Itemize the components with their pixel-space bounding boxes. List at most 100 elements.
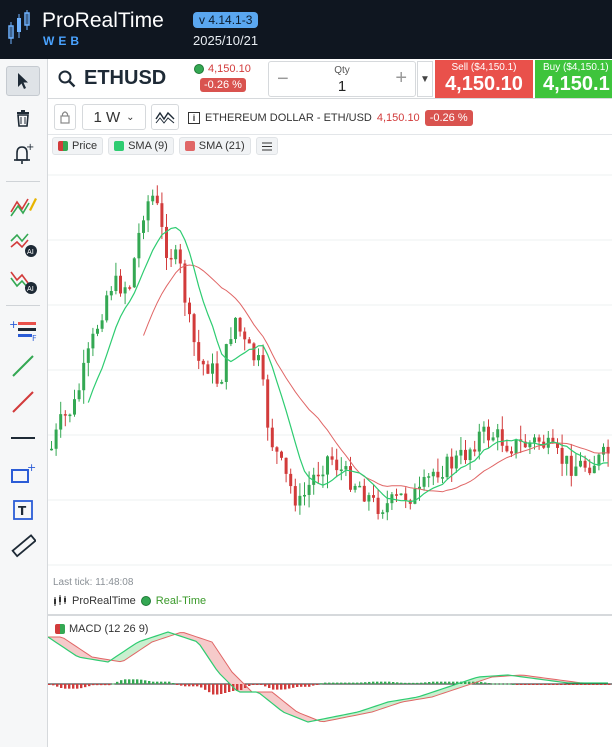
order-type-dropdown[interactable]: ▼: [417, 61, 433, 97]
macd-histogram-bar: [56, 684, 59, 687]
candle-body: [174, 249, 178, 260]
macd-histogram-bar: [52, 684, 55, 686]
macd-histogram-bar: [536, 684, 539, 685]
macd-histogram-bar: [572, 684, 575, 685]
pane-divider[interactable]: [48, 614, 612, 616]
order-lines-tool[interactable]: + F: [6, 315, 40, 345]
drawing-pen-tool[interactable]: [6, 191, 40, 221]
candle-body: [533, 437, 536, 443]
macd-label: MACD (12 26 9): [69, 623, 149, 635]
symbol-name: ETHUSD: [84, 67, 167, 89]
candle-body: [151, 195, 155, 202]
candle-body: [142, 220, 145, 233]
delete-tool[interactable]: [6, 103, 40, 133]
macd-histogram-bar: [92, 684, 95, 686]
macd-histogram-bar: [392, 682, 395, 684]
candle-body: [261, 355, 265, 380]
macd-histogram-bar: [152, 681, 155, 684]
candle-body: [362, 485, 366, 502]
horizontal-line-icon: [11, 437, 35, 439]
price-chart[interactable]: [48, 135, 612, 571]
macd-histogram-bar: [336, 682, 339, 684]
macd-line: [48, 631, 608, 723]
macd-histogram-bar: [444, 681, 447, 684]
logo-candles-icon: [54, 595, 66, 606]
ai-trend-tool[interactable]: AI: [6, 266, 40, 296]
data-source: ProRealTime Real-Time: [53, 595, 206, 607]
timeframe-dropdown[interactable]: 1 W ⌄: [82, 104, 146, 130]
candle-body: [114, 275, 118, 292]
lock-button[interactable]: [54, 104, 76, 130]
macd-histogram-bar: [436, 681, 439, 684]
macd-histogram-bar: [216, 684, 219, 695]
macd-histogram-bar: [424, 682, 427, 684]
macd-histogram-bar: [212, 684, 215, 695]
candle-body: [50, 448, 53, 451]
candle-body: [192, 314, 196, 343]
candle-body: [399, 493, 403, 496]
ruler-tool[interactable]: [6, 531, 40, 561]
candle-body: [307, 484, 311, 495]
instrument-info: i ETHEREUM DOLLAR - ETH/USD 4,150.10 -0.…: [188, 110, 473, 126]
macd-histogram-bar: [276, 684, 279, 690]
svg-text:+: +: [27, 462, 36, 474]
lock-icon: [60, 111, 70, 124]
rectangle-tool[interactable]: +: [6, 459, 40, 489]
macd-histogram-bar: [128, 679, 131, 684]
candle-body: [178, 249, 182, 264]
macd-histogram-bar: [136, 679, 139, 684]
red-trendline-tool[interactable]: [6, 387, 40, 417]
candle-body: [220, 382, 224, 384]
candle-body: [427, 476, 431, 478]
macd-histogram-bar: [544, 684, 547, 685]
macd-histogram-bar: [404, 682, 407, 684]
macd-legend[interactable]: MACD (12 26 9): [55, 623, 148, 635]
qty-increment-button[interactable]: +: [395, 67, 407, 90]
macd-histogram-bar: [64, 684, 67, 689]
macd-histogram-bar: [240, 684, 243, 690]
macd-histogram-bar: [552, 684, 555, 685]
ai-pattern-tool[interactable]: AI: [6, 229, 40, 259]
cursor-icon: [18, 73, 28, 89]
horizontal-line-tool[interactable]: [6, 423, 40, 453]
macd-histogram-bar: [400, 682, 403, 684]
macd-histogram-bar: [532, 684, 535, 685]
macd-histogram-bar: [60, 684, 63, 688]
indicators-button[interactable]: [151, 104, 179, 130]
macd-histogram-bar: [252, 684, 255, 685]
macd-histogram-bar: [84, 684, 87, 688]
candle-body: [496, 429, 500, 438]
macd-histogram-bar: [48, 684, 51, 685]
green-trendline-tool[interactable]: [6, 351, 40, 381]
text-tool[interactable]: T: [6, 495, 40, 525]
info-icon[interactable]: i: [188, 112, 200, 124]
candle-body: [454, 455, 458, 469]
candle-body: [229, 339, 233, 345]
buy-button[interactable]: Buy ($4,150.1) 4,150.1: [535, 60, 612, 98]
macd-histogram-bar: [516, 684, 519, 685]
macd-histogram-bar: [584, 684, 587, 685]
macd-histogram-bar: [268, 684, 271, 688]
sell-button[interactable]: Sell ($4,150.1) 4,150.10: [435, 60, 533, 98]
macd-histogram-bar: [512, 683, 515, 685]
chart-toolbar: 1 W ⌄ i ETHEREUM DOLLAR - ETH/USD 4,150.…: [48, 99, 612, 135]
macd-histogram-bar: [196, 684, 199, 687]
candle-body: [335, 459, 339, 471]
macd-histogram-bar: [340, 682, 343, 684]
cursor-tool[interactable]: [6, 66, 40, 96]
macd-histogram-bar: [108, 684, 111, 686]
qty-input[interactable]: 1: [269, 78, 415, 95]
macd-chart[interactable]: [48, 617, 612, 747]
candle-body: [500, 429, 504, 446]
candle-body: [77, 390, 81, 400]
candle-body: [514, 439, 518, 454]
alert-tool[interactable]: +: [6, 139, 40, 169]
macd-histogram-bar: [324, 682, 327, 684]
red-line-icon: [12, 391, 34, 413]
realtime-label: Real-Time: [155, 595, 207, 607]
candle-body: [372, 495, 375, 498]
candle-body: [505, 445, 509, 452]
candle-body: [160, 203, 164, 227]
symbol-search[interactable]: ETHUSD: [58, 67, 166, 90]
macd-histogram-bar: [260, 684, 263, 685]
